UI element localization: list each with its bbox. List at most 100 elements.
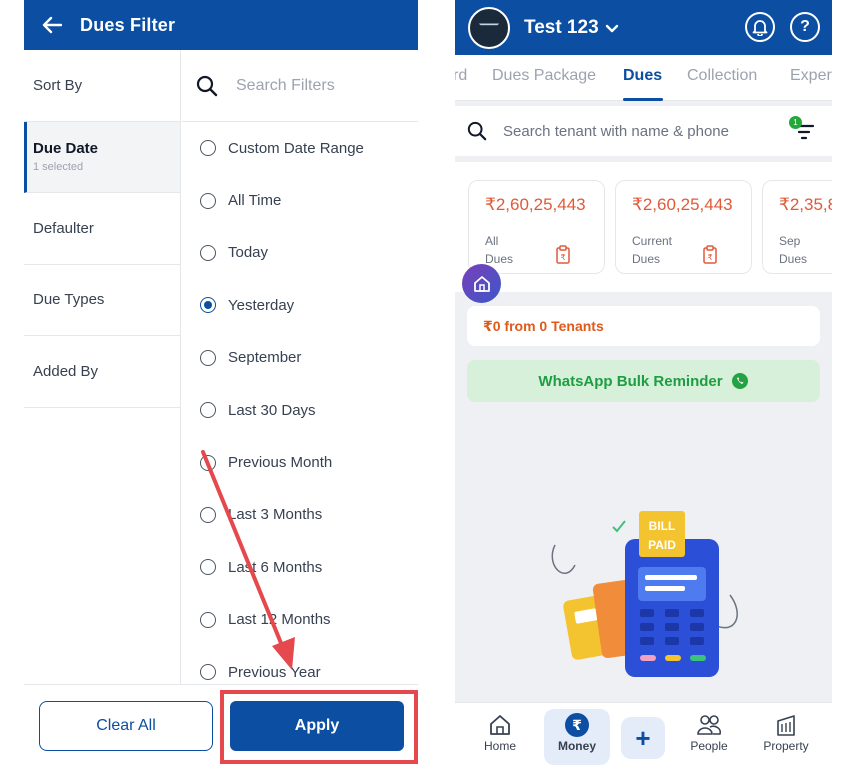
- tab-expenses[interactable]: Exper: [790, 67, 832, 85]
- radio-button[interactable]: [200, 664, 216, 681]
- building-icon: [777, 715, 795, 736]
- page-title: Dues Filter: [80, 14, 176, 35]
- property-avatar[interactable]: [468, 6, 510, 49]
- sidebar-item-added-by[interactable]: Added By: [24, 336, 180, 408]
- option-label: September: [228, 349, 302, 367]
- option-previous-year[interactable]: Previous Year: [182, 646, 418, 684]
- search-filters-input[interactable]: [236, 76, 406, 95]
- highlight-box: Apply: [220, 690, 418, 764]
- illustration-bill-text: BILL: [649, 519, 676, 533]
- dues-label-line1: All: [485, 234, 499, 248]
- people-icon: [697, 715, 722, 735]
- radio-button-selected[interactable]: [200, 297, 216, 314]
- dues-filter-screen: Dues Filter Sort By Due Date 1 selected …: [24, 0, 418, 768]
- option-all-time[interactable]: All Time: [182, 174, 418, 226]
- radio-button[interactable]: [200, 611, 216, 628]
- apply-button[interactable]: Apply: [230, 701, 404, 751]
- option-label: Last 30 Days: [228, 401, 316, 419]
- receipt-icon: ₹: [703, 245, 717, 264]
- tab-collection[interactable]: Collection: [687, 67, 757, 85]
- radio-button[interactable]: [200, 244, 216, 261]
- dues-amount: ₹2,35,8: [779, 195, 832, 214]
- svg-text:₹: ₹: [560, 253, 565, 262]
- nav-label: Money: [557, 739, 596, 753]
- add-button[interactable]: +: [621, 717, 665, 759]
- dues-label-line2: Dues: [632, 252, 661, 266]
- selected-count: 1 selected: [33, 161, 84, 174]
- option-last-3-months[interactable]: Last 3 Months: [182, 489, 418, 541]
- nav-people[interactable]: People: [676, 711, 742, 753]
- help-button[interactable]: ?: [790, 12, 820, 42]
- option-today[interactable]: Today: [182, 227, 418, 279]
- arrow-left-icon: [42, 16, 62, 34]
- property-name[interactable]: Test 123: [524, 17, 599, 39]
- tab-dashboard[interactable]: rd: [455, 67, 467, 85]
- home-icon: [473, 275, 490, 292]
- tenant-search-input[interactable]: [503, 122, 773, 140]
- option-label: Previous Year: [228, 663, 321, 681]
- bell-icon: [752, 20, 768, 36]
- dues-card-all[interactable]: ₹2,60,25,443 All Dues ₹: [468, 180, 605, 274]
- svg-text:₹: ₹: [572, 718, 582, 734]
- bottom-navigation: Home ₹ Money + People Property: [455, 702, 832, 768]
- sidebar-item-label: Added By: [33, 362, 99, 380]
- tab-dues[interactable]: Dues: [623, 67, 662, 85]
- nav-home[interactable]: Home: [467, 711, 533, 753]
- radio-button[interactable]: [200, 559, 216, 576]
- filter-category-sidebar: Sort By Due Date 1 selected Defaulter Du…: [24, 50, 181, 684]
- radio-button[interactable]: [200, 349, 216, 366]
- filter-search: [182, 50, 418, 122]
- filter-button[interactable]: 1: [789, 116, 815, 142]
- floating-home-button[interactable]: [462, 264, 501, 303]
- sidebar-item-label: Due Types: [33, 291, 105, 309]
- nav-label: Home: [483, 739, 516, 753]
- option-last-6-months[interactable]: Last 6 Months: [182, 541, 418, 593]
- filter-header: Dues Filter: [24, 0, 418, 50]
- sidebar-item-defaulter[interactable]: Defaulter: [24, 193, 180, 265]
- search-icon: [196, 75, 218, 96]
- sidebar-item-due-types[interactable]: Due Types: [24, 265, 180, 336]
- logo-icon: [476, 22, 502, 33]
- back-button[interactable]: [24, 16, 80, 34]
- option-previous-month[interactable]: Previous Month: [182, 436, 418, 488]
- option-label: Last 6 Months: [228, 558, 323, 576]
- app-header: Test 123 ?: [455, 0, 832, 55]
- dues-label-line1: Current: [632, 234, 673, 248]
- home-icon: [490, 715, 510, 735]
- dues-card-sep[interactable]: ₹2,35,8 Sep Dues: [762, 180, 832, 274]
- option-last-30-days[interactable]: Last 30 Days: [182, 384, 418, 436]
- sidebar-item-label: Defaulter: [33, 219, 94, 237]
- nav-label: Property: [763, 739, 809, 753]
- radio-button[interactable]: [200, 192, 216, 209]
- radio-button[interactable]: [200, 402, 216, 419]
- whatsapp-button-label: WhatsApp Bulk Reminder: [538, 372, 723, 390]
- dues-label-line1: Sep: [779, 234, 801, 248]
- illustration-paid-text: PAID: [648, 538, 676, 552]
- chevron-down-icon[interactable]: [605, 24, 619, 34]
- radio-button[interactable]: [200, 140, 216, 157]
- option-yesterday[interactable]: Yesterday: [182, 279, 418, 331]
- clear-all-button[interactable]: Clear All: [39, 701, 213, 751]
- sidebar-item-label: Sort By: [33, 76, 83, 94]
- svg-text:₹: ₹: [707, 253, 712, 262]
- option-label: Last 3 Months: [228, 506, 323, 524]
- date-options-list: Custom Date Range All Time Today Yesterd…: [182, 122, 418, 684]
- filter-footer: Clear All Apply: [24, 684, 418, 768]
- option-label: Custom Date Range: [228, 139, 364, 157]
- dues-card-current[interactable]: ₹2,60,25,443 Current Dues ₹: [615, 180, 752, 274]
- nav-money[interactable]: ₹ Money: [544, 709, 610, 765]
- sidebar-item-label: Due Date: [33, 140, 99, 158]
- sidebar-item-due-date[interactable]: Due Date 1 selected: [24, 121, 180, 193]
- radio-button[interactable]: [200, 506, 216, 523]
- option-label: Previous Month: [228, 454, 333, 472]
- option-last-12-months[interactable]: Last 12 Months: [182, 594, 418, 646]
- whatsapp-bulk-reminder-button[interactable]: WhatsApp Bulk Reminder: [467, 360, 820, 402]
- option-label: Today: [228, 244, 269, 262]
- option-custom-date-range[interactable]: Custom Date Range: [182, 122, 418, 174]
- sidebar-item-sort-by[interactable]: Sort By: [24, 50, 180, 122]
- tab-dues-package[interactable]: Dues Package: [492, 67, 596, 85]
- radio-button[interactable]: [200, 454, 216, 471]
- option-september[interactable]: September: [182, 332, 418, 384]
- notification-button[interactable]: [745, 12, 775, 42]
- nav-property[interactable]: Property: [753, 711, 819, 753]
